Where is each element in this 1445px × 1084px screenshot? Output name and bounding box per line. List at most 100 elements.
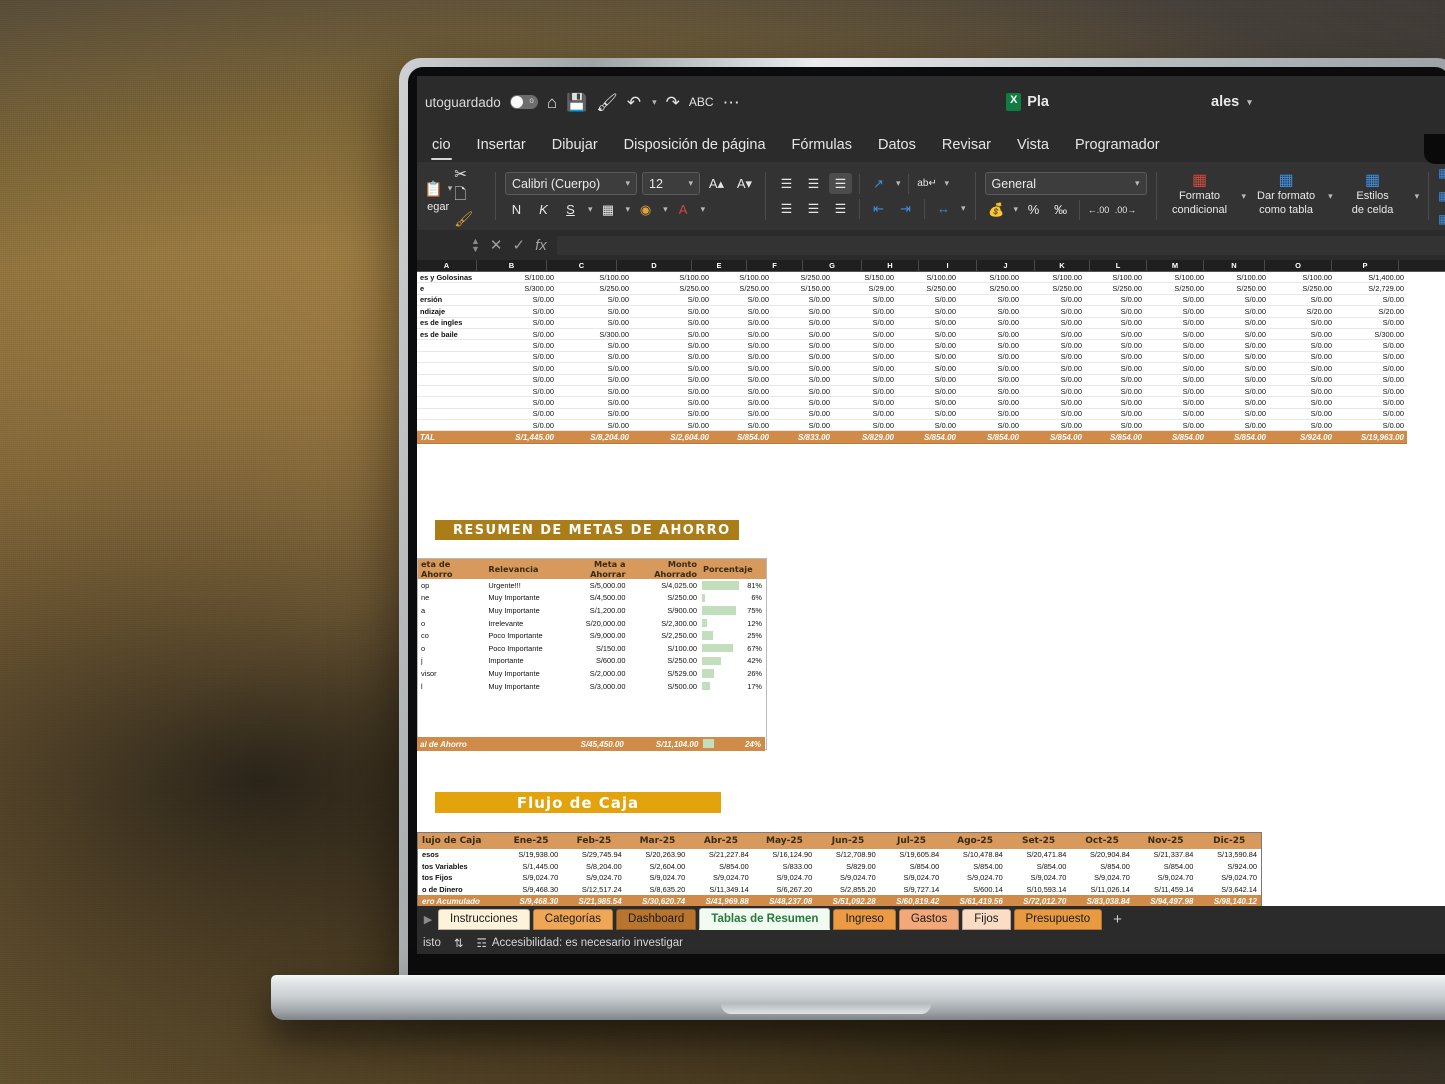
align-middle-icon[interactable]: ☰ [802, 173, 825, 194]
align-left-icon[interactable]: ☰ [775, 198, 798, 219]
table-row[interactable]: a Muy Importante S/1,200.00 S/900.00 75% [418, 604, 766, 617]
format-as-table-chevron-down-icon[interactable]: ▾ [1328, 191, 1333, 202]
increase-indent-icon[interactable]: ⇥ [894, 198, 917, 219]
font-size-select[interactable]: 12 ▾ [642, 172, 700, 195]
table-row[interactable]: S/0.00 S/0.00 S/0.00 S/0.00 S/0.00 S/0.00 S/0.… [417, 362, 1407, 375]
currency-chevron-down-icon[interactable]: ▾ [1014, 204, 1019, 215]
title-chevron-down-icon[interactable]: ▾ [1247, 97, 1252, 108]
align-center-icon[interactable]: ☰ [802, 198, 825, 219]
orientation-icon[interactable]: ↗ [867, 173, 890, 194]
table-row[interactable]: S/0.00 S/0.00 S/0.00 S/0.00 S/0.00 S/0.00 S/0.… [417, 419, 1407, 432]
cut-icon[interactable]: ✂ [454, 165, 473, 183]
conditional-format-chevron-down-icon[interactable]: ▾ [1242, 191, 1247, 202]
sheet-tab-instrucciones[interactable]: Instrucciones [438, 908, 530, 930]
sheet-tab-dashboard[interactable]: Dashboard [616, 908, 697, 930]
column-header-K[interactable]: K [1035, 260, 1090, 271]
column-header-C[interactable]: C [547, 260, 617, 271]
tab-formulas[interactable]: Fórmulas [779, 133, 865, 157]
spelling-icon[interactable]: ABC [689, 96, 714, 108]
align-bottom-icon[interactable]: ☰ [829, 173, 852, 194]
tab-datos[interactable]: Datos [865, 133, 929, 157]
font-color-icon[interactable]: A [672, 199, 695, 220]
increase-decimal-icon[interactable]: ←.00 [1087, 199, 1110, 220]
borders-icon[interactable]: ▦ [597, 199, 620, 220]
table-row[interactable]: ersión S/0.00 S/0.00 S/0.00 S/0.00 S/0.00 S/0.… [417, 294, 1407, 307]
wrap-text-chevron-down-icon[interactable]: ▾ [945, 178, 950, 189]
table-row[interactable]: S/0.00 S/0.00 S/0.00 S/0.00 S/0.00 S/0.00 S/0.… [417, 339, 1407, 352]
borders-chevron-down-icon[interactable]: ▾ [626, 204, 631, 215]
table-row[interactable]: co Poco Importante S/9,000.00 S/2,250.00 25% [418, 629, 766, 642]
table-row[interactable]: j Importante S/600.00 S/250.00 42% [418, 655, 766, 668]
align-top-icon[interactable]: ☰ [775, 173, 798, 194]
cancel-formula-icon[interactable]: ✕ [490, 236, 503, 254]
decrease-font-size-icon[interactable]: A▾ [733, 173, 756, 194]
merge-chevron-down-icon[interactable]: ▾ [961, 203, 966, 214]
column-header-N[interactable]: N [1204, 260, 1265, 271]
sheet-tab-fijos[interactable]: Fijos [962, 908, 1011, 930]
next-sheet-arrow-icon[interactable]: ▶ [421, 913, 435, 926]
table-row[interactable]: es de baile S/0.00 S/300.00 S/0.00 S/0.00 S/0… [417, 328, 1407, 341]
table-row[interactable]: esos S/19,938.00 S/29,745.94 S/20,263.90 S/2… [418, 849, 1261, 861]
home-icon[interactable]: ⌂ [547, 94, 557, 111]
percent-format-button[interactable]: % [1022, 199, 1045, 220]
comma-format-button[interactable]: ‰ [1049, 199, 1072, 220]
column-header-E[interactable]: E [692, 260, 747, 271]
paste-chevron-down-icon[interactable]: ▾ [448, 183, 453, 194]
tab-revisar[interactable]: Revisar [929, 133, 1004, 157]
column-header-O[interactable]: O [1265, 260, 1332, 271]
italic-button[interactable]: K [532, 199, 555, 220]
column-header-A[interactable]: A [417, 260, 477, 271]
fill-chevron-down-icon[interactable]: ▾ [663, 204, 668, 215]
sheet-tab-presupuesto[interactable]: Presupuesto [1013, 908, 1103, 930]
formula-input[interactable] [556, 235, 1445, 255]
table-row[interactable]: es de ingles S/0.00 S/0.00 S/0.00 S/0.00 S/0.… [417, 317, 1407, 329]
undo-icon[interactable]: ↶ [627, 94, 641, 111]
tab-vista[interactable]: Vista [1004, 133, 1062, 157]
align-right-icon[interactable]: ☰ [829, 198, 852, 219]
decrease-decimal-icon[interactable]: .00→ [1114, 199, 1137, 220]
column-header-H[interactable]: H [862, 260, 919, 271]
merge-cells-icon[interactable]: ↔ [932, 198, 955, 219]
record-macro-icon[interactable]: ⇅ [454, 936, 464, 950]
table-row[interactable]: S/0.00 S/0.00 S/0.00 S/0.00 S/0.00 S/0.00 S/0.… [417, 408, 1407, 421]
table-row[interactable]: ndizaje S/0.00 S/0.00 S/0.00 S/0.00 S/0.00 S/0… [417, 305, 1407, 318]
sheet-tab-categorías[interactable]: Categorías [532, 908, 614, 930]
more-commands-icon[interactable]: ⋯ [723, 94, 740, 111]
insert-function-icon[interactable]: fx [535, 237, 547, 254]
table-row[interactable]: S/0.00 S/0.00 S/0.00 S/0.00 S/0.00 S/0.00 S/0.… [417, 374, 1407, 386]
column-header-D[interactable]: D [617, 260, 692, 271]
orientation-chevron-down-icon[interactable]: ▾ [896, 178, 901, 189]
column-header-P[interactable]: P [1332, 260, 1399, 271]
tab-insertar[interactable]: Insertar [464, 133, 539, 157]
column-header-B[interactable]: B [477, 260, 547, 271]
font-color-chevron-down-icon[interactable]: ▾ [701, 204, 706, 215]
conditional-format-button[interactable]: ▦ Formato condicional [1166, 173, 1234, 217]
cell-styles-chevron-down-icon[interactable]: ▾ [1415, 191, 1420, 202]
column-header-I[interactable]: I [919, 260, 977, 271]
redo-icon[interactable]: ↷ [666, 94, 680, 111]
wrap-text-icon[interactable]: ab↵ [916, 173, 939, 194]
format-painter-icon[interactable]: 🖌 [454, 210, 473, 228]
tab-inicio[interactable]: cio [419, 133, 464, 160]
table-row[interactable]: ne Muy Importante S/4,500.00 S/250.00 6% [418, 592, 766, 605]
sheet-tab-ingreso[interactable]: Ingreso [833, 908, 896, 930]
bold-button[interactable]: N [505, 199, 528, 220]
column-header-L[interactable]: L [1090, 260, 1147, 271]
table-row[interactable]: o Poco Importante S/150.00 S/100.00 67% [418, 642, 766, 655]
table-row[interactable]: o Irrelevante S/20,000.00 S/2,300.00 12% [418, 617, 766, 630]
sheet-tab-gastos[interactable]: Gastos [898, 908, 960, 930]
column-header-J[interactable]: J [977, 260, 1035, 271]
add-sheet-button[interactable]: + [1105, 911, 1130, 928]
underline-button[interactable]: S [559, 199, 582, 220]
accept-formula-icon[interactable]: ✓ [513, 236, 526, 254]
delete-cells-button[interactable]: ▦ Eliminar ▾ [1438, 186, 1445, 206]
table-row[interactable]: op Urgente!!! S/5,000.00 S/4,025.00 81% [418, 579, 766, 592]
table-row[interactable]: e S/300.00 S/250.00 S/250.00 S/250.00 S/150.0… [417, 282, 1407, 295]
insert-cells-button[interactable]: ▦ Insertar ▾ [1438, 163, 1445, 183]
currency-format-icon[interactable]: 💰 [985, 199, 1008, 220]
table-row[interactable]: S/0.00 S/0.00 S/0.00 S/0.00 S/0.00 S/0.00 S/0.… [417, 351, 1407, 364]
name-box-stepper-icon[interactable]: ▲ ▼ [471, 237, 480, 254]
cell-styles-button[interactable]: ▦ Estilos de celda [1339, 173, 1407, 217]
underline-chevron-down-icon[interactable]: ▾ [588, 204, 593, 215]
copy-icon[interactable]: 🗋 [454, 184, 473, 209]
